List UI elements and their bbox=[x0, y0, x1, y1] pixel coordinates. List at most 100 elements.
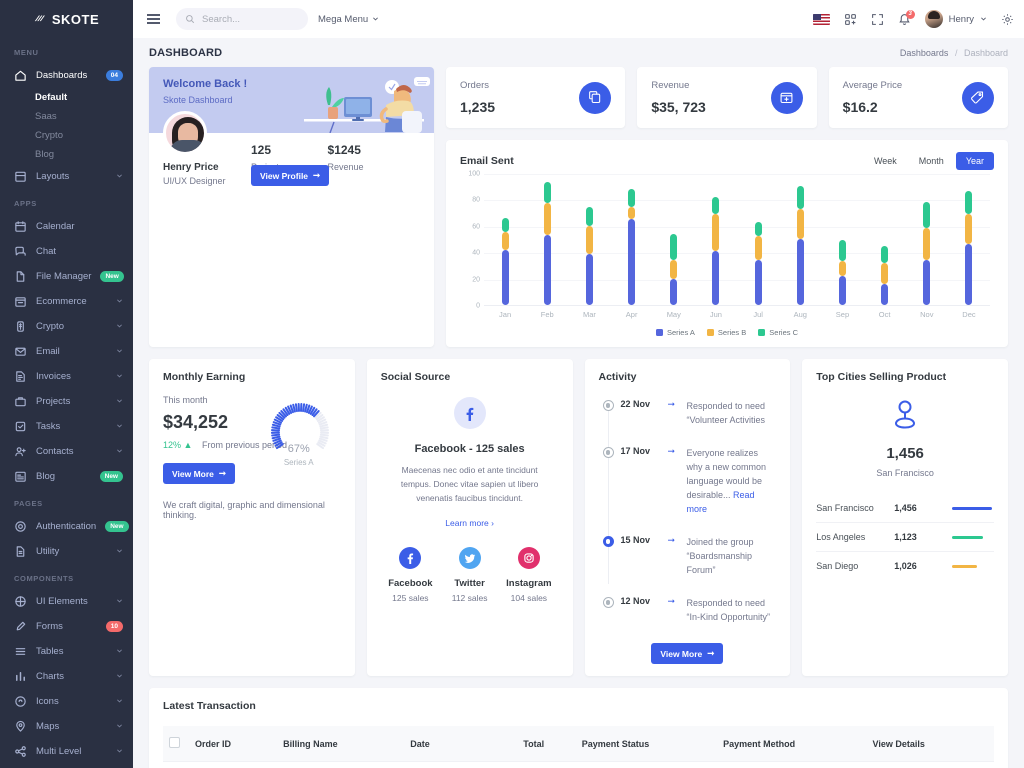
bar-segment-series-b bbox=[923, 228, 931, 261]
mega-menu-button[interactable]: Mega Menu bbox=[318, 14, 379, 25]
search-input[interactable] bbox=[202, 13, 308, 25]
activity-item: 12 Nov ➞ Responded to need “In-Kind Oppo… bbox=[602, 596, 777, 624]
facebook-icon bbox=[399, 547, 422, 569]
learn-more-label: Learn more bbox=[445, 518, 489, 528]
sidebar-item-badge: New bbox=[105, 521, 129, 532]
city-name: San Diego bbox=[816, 551, 895, 580]
sidebar-subitem-blog[interactable]: Blog bbox=[0, 145, 133, 164]
notification-badge: 3 bbox=[905, 9, 915, 19]
period-tab-week[interactable]: Week bbox=[864, 152, 907, 170]
stat-card-revenue: Revenue $35, 723 bbox=[637, 67, 817, 128]
sidebar-item-maps[interactable]: Maps bbox=[0, 714, 133, 739]
sidebar-item-file-manager[interactable]: File Manager New bbox=[0, 264, 133, 289]
sidebar-item-ui-elements[interactable]: UI Elements bbox=[0, 589, 133, 614]
social-source-card: Social Source Facebook - 125 sales Maece… bbox=[366, 359, 573, 676]
arrow-right-icon: ➞ bbox=[667, 446, 676, 456]
sidebar-item-charts[interactable]: Charts bbox=[0, 664, 133, 689]
sidebar-subitem-default[interactable]: Default bbox=[0, 88, 133, 107]
email-sent-header: Email Sent Week Month Year bbox=[460, 152, 994, 170]
social-network-instagram[interactable]: Instagram 104 sales bbox=[499, 547, 558, 603]
fullscreen-icon[interactable] bbox=[871, 13, 884, 26]
search-icon bbox=[185, 14, 195, 27]
sidebar-item-chat[interactable]: Chat bbox=[0, 239, 133, 264]
legend-item[interactable]: Series C bbox=[758, 328, 798, 337]
sidebar-item-tasks[interactable]: Tasks bbox=[0, 414, 133, 439]
period-tab-year[interactable]: Year bbox=[955, 152, 994, 170]
breadcrumb-parent[interactable]: Dashboards bbox=[900, 48, 949, 58]
city-name: Los Angeles bbox=[816, 522, 895, 552]
social-hero-desc: Maecenas nec odio et ante tincidunt temp… bbox=[400, 465, 539, 503]
chart-legend: Series A Series B Series C bbox=[460, 328, 994, 337]
activity-date: 12 Nov bbox=[620, 596, 651, 606]
gear-icon[interactable] bbox=[1001, 13, 1014, 26]
file-icon bbox=[14, 270, 27, 283]
sidebar-item-projects[interactable]: Projects bbox=[0, 389, 133, 414]
period-tab-month[interactable]: Month bbox=[909, 152, 954, 170]
sidebar-item-tables[interactable]: Tables bbox=[0, 639, 133, 664]
sidebar-item-invoices[interactable]: Invoices bbox=[0, 364, 133, 389]
x-tick: Jun bbox=[709, 310, 722, 319]
sidebar-item-label: Icons bbox=[36, 696, 59, 707]
chevron-down-icon bbox=[116, 295, 123, 308]
legend-item[interactable]: Series B bbox=[706, 328, 746, 337]
sidebar-item-icons[interactable]: Icons bbox=[0, 689, 133, 714]
sidebar-item-contacts[interactable]: Contacts bbox=[0, 439, 133, 464]
sidebar-item-label: Layouts bbox=[36, 171, 70, 182]
sidebar-item-email[interactable]: Email bbox=[0, 339, 133, 364]
social-network-facebook[interactable]: Facebook 125 sales bbox=[381, 547, 440, 603]
menu-toggle-icon[interactable] bbox=[141, 10, 166, 28]
apps-grid-icon[interactable] bbox=[844, 13, 857, 26]
select-all-checkbox[interactable] bbox=[169, 737, 180, 748]
x-tick: Apr bbox=[625, 310, 638, 319]
cell-order-id[interactable]: #SK2540 bbox=[189, 761, 278, 768]
sidebar-subitem-saas[interactable]: Saas bbox=[0, 107, 133, 126]
arrow-right-icon: ➞ bbox=[667, 535, 676, 545]
legend-item[interactable]: Series A bbox=[655, 328, 695, 337]
read-more-link[interactable]: Read more bbox=[687, 490, 755, 514]
column-header: Payment Status bbox=[575, 726, 718, 762]
sidebar-item-ecommerce[interactable]: Ecommerce bbox=[0, 289, 133, 314]
charts-icon bbox=[14, 670, 27, 683]
sidebar-item-utility[interactable]: Utility bbox=[0, 539, 133, 564]
learn-more-link[interactable]: Learn more › bbox=[445, 518, 494, 528]
bar-segment-series-c bbox=[796, 186, 804, 209]
bar-segment-series-a bbox=[838, 275, 846, 305]
sidebar-item-badge: 10 bbox=[105, 621, 123, 632]
view-profile-button[interactable]: View Profile ➞ bbox=[251, 165, 330, 186]
sidebar-item-authentication[interactable]: Authentication New bbox=[0, 514, 133, 539]
sidebar-item-layouts[interactable]: Layouts bbox=[0, 164, 133, 189]
sidebar-item-label: Utility bbox=[36, 546, 60, 557]
city-bar-cell bbox=[952, 494, 994, 523]
sidebar-item-label: Ecommerce bbox=[36, 296, 87, 307]
search-box[interactable] bbox=[176, 8, 308, 30]
sidebar-item-blog[interactable]: Blog New bbox=[0, 464, 133, 489]
bar-segment-series-b bbox=[754, 236, 762, 261]
view-more-button[interactable]: View More ➞ bbox=[651, 643, 724, 664]
layout-icon bbox=[14, 170, 27, 183]
tag-icon bbox=[961, 81, 994, 114]
sidebar-item-label: File Manager bbox=[36, 271, 92, 282]
topbar-right: 3 Henry bbox=[812, 9, 1014, 28]
sidebar-subitem-crypto[interactable]: Crypto bbox=[0, 126, 133, 145]
brand[interactable]: SKOTE bbox=[0, 0, 133, 38]
user-menu[interactable]: Henry bbox=[924, 10, 987, 28]
monthly-earning-footer: We craft digital, graphic and dimensiona… bbox=[163, 500, 325, 520]
arrow-right-icon: ➞ bbox=[218, 468, 227, 478]
welcome-card: Welcome Back ! Skote Dashboard Henry Pri… bbox=[149, 67, 434, 347]
sidebar-item-crypto[interactable]: Crypto bbox=[0, 314, 133, 339]
bar-segment-series-b bbox=[965, 213, 973, 245]
sidebar-item-forms[interactable]: Forms 10 bbox=[0, 614, 133, 639]
content: Welcome Back ! Skote Dashboard Henry Pri… bbox=[133, 67, 1024, 768]
sidebar-item-calendar[interactable]: Calendar bbox=[0, 214, 133, 239]
activity-actions: View More ➞ bbox=[599, 643, 777, 664]
bell-icon[interactable]: 3 bbox=[898, 9, 915, 26]
column-header: Order ID bbox=[189, 726, 278, 762]
us-flag-icon[interactable] bbox=[812, 13, 830, 25]
social-network-twitter[interactable]: Twitter 112 sales bbox=[440, 547, 499, 603]
sidebar-item-multi-level[interactable]: Multi Level bbox=[0, 739, 133, 764]
welcome-illustration bbox=[304, 77, 430, 133]
row-select-cell bbox=[163, 761, 189, 768]
sidebar-item-dashboards[interactable]: Dashboards 04 bbox=[0, 63, 133, 88]
skote-logo-icon bbox=[34, 13, 47, 26]
view-more-button[interactable]: View More ➞ bbox=[163, 463, 236, 484]
